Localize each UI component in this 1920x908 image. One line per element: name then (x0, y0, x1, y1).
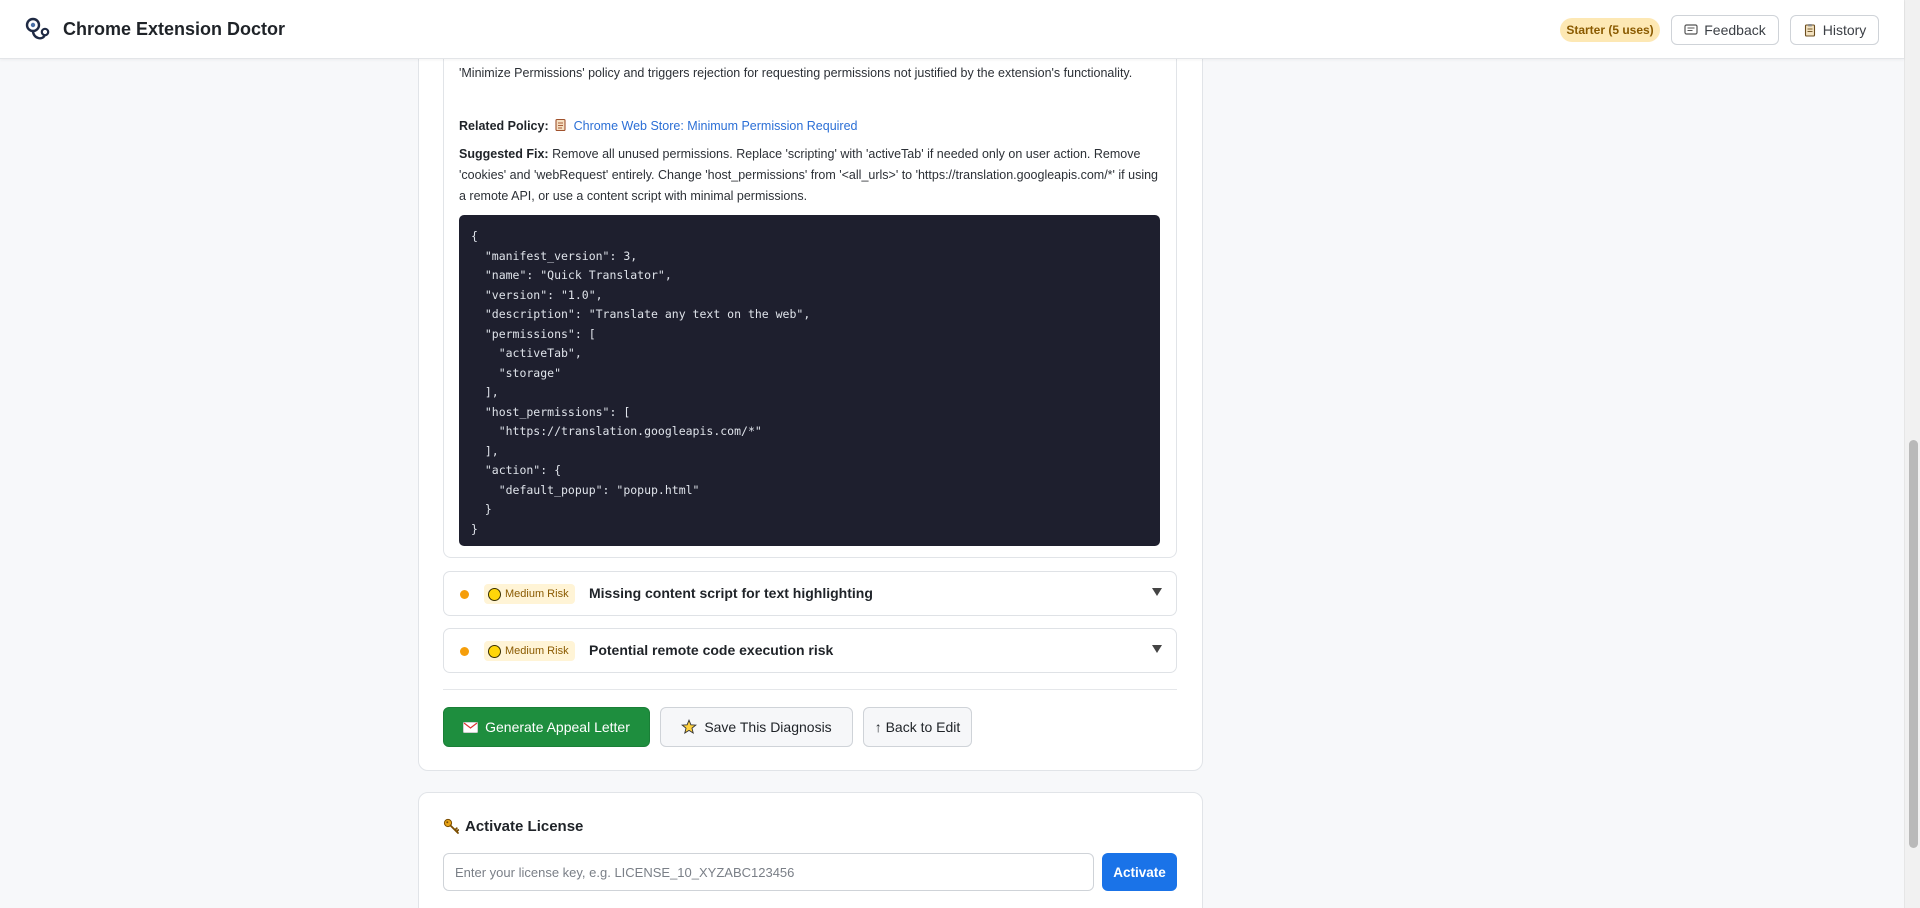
feedback-icon (1684, 24, 1698, 35)
envelope-icon (463, 721, 479, 733)
suggested-fix-text: Remove all unused permissions. Replace '… (459, 147, 1158, 203)
scrollbar-thumb[interactable] (1909, 440, 1918, 848)
risk-badge-label: Medium Risk (505, 588, 569, 600)
feedback-label: Feedback (1704, 22, 1766, 38)
policy-link[interactable]: Chrome Web Store: Minimum Permission Req… (574, 119, 858, 133)
risk-badge: Medium Risk (484, 584, 575, 604)
back-to-edit-label: ↑ Back to Edit (874, 719, 961, 735)
chevron-down-icon (1152, 588, 1162, 596)
save-diagnosis-button[interactable]: Save This Diagnosis (660, 707, 853, 747)
page-scrollbar[interactable] (1904, 0, 1920, 908)
manifest-code-block: { "manifest_version": 3, "name": "Quick … (459, 215, 1160, 546)
chevron-down-icon (1152, 645, 1162, 653)
back-to-edit-button[interactable]: ↑ Back to Edit (863, 707, 972, 747)
divider (443, 689, 1177, 690)
star-icon (681, 719, 698, 734)
history-button[interactable]: History (1790, 15, 1879, 45)
risk-badge-label: Medium Risk (505, 645, 569, 657)
plan-badge: Starter (5 uses) (1560, 18, 1660, 42)
yellow-circle-icon (488, 644, 501, 658)
app-header: Chrome Extension Doctor Starter (5 uses)… (0, 0, 1904, 59)
suggested-fix: Suggested Fix: Remove all unused permiss… (459, 144, 1159, 207)
risk-title: Potential remote code execution risk (589, 642, 834, 658)
issue-description: 'Minimize Permissions' policy and trigge… (459, 66, 1133, 80)
history-label: History (1822, 22, 1867, 38)
activate-button[interactable]: Activate (1102, 853, 1177, 891)
app-title: Chrome Extension Doctor (63, 19, 286, 39)
risk-row[interactable]: Medium Risk Missing content script for t… (443, 571, 1177, 616)
risk-badge: Medium Risk (484, 641, 575, 661)
license-title-row: Activate License (443, 818, 583, 835)
risk-dot-icon (460, 647, 469, 656)
risk-row[interactable]: Medium Risk Potential remote code execut… (443, 628, 1177, 673)
generate-appeal-button[interactable]: Generate Appeal Letter (443, 707, 650, 747)
scroll-icon (555, 118, 566, 132)
risk-title: Missing content script for text highligh… (589, 585, 873, 601)
related-policy: Related Policy: Chrome Web Store: Minimu… (459, 116, 1159, 137)
risk-dot-icon (460, 590, 469, 599)
save-diagnosis-label: Save This Diagnosis (704, 719, 832, 735)
suggested-fix-label: Suggested Fix: (459, 147, 549, 161)
feedback-button[interactable]: Feedback (1671, 15, 1779, 45)
generate-appeal-label: Generate Appeal Letter (485, 719, 630, 735)
key-icon (443, 818, 460, 834)
license-key-input[interactable] (443, 853, 1094, 891)
license-title: Activate License (465, 818, 584, 835)
yellow-circle-icon (488, 587, 501, 601)
related-policy-label: Related Policy: (459, 119, 549, 133)
clipboard-icon (1804, 24, 1815, 37)
stethoscope-icon (25, 17, 50, 40)
